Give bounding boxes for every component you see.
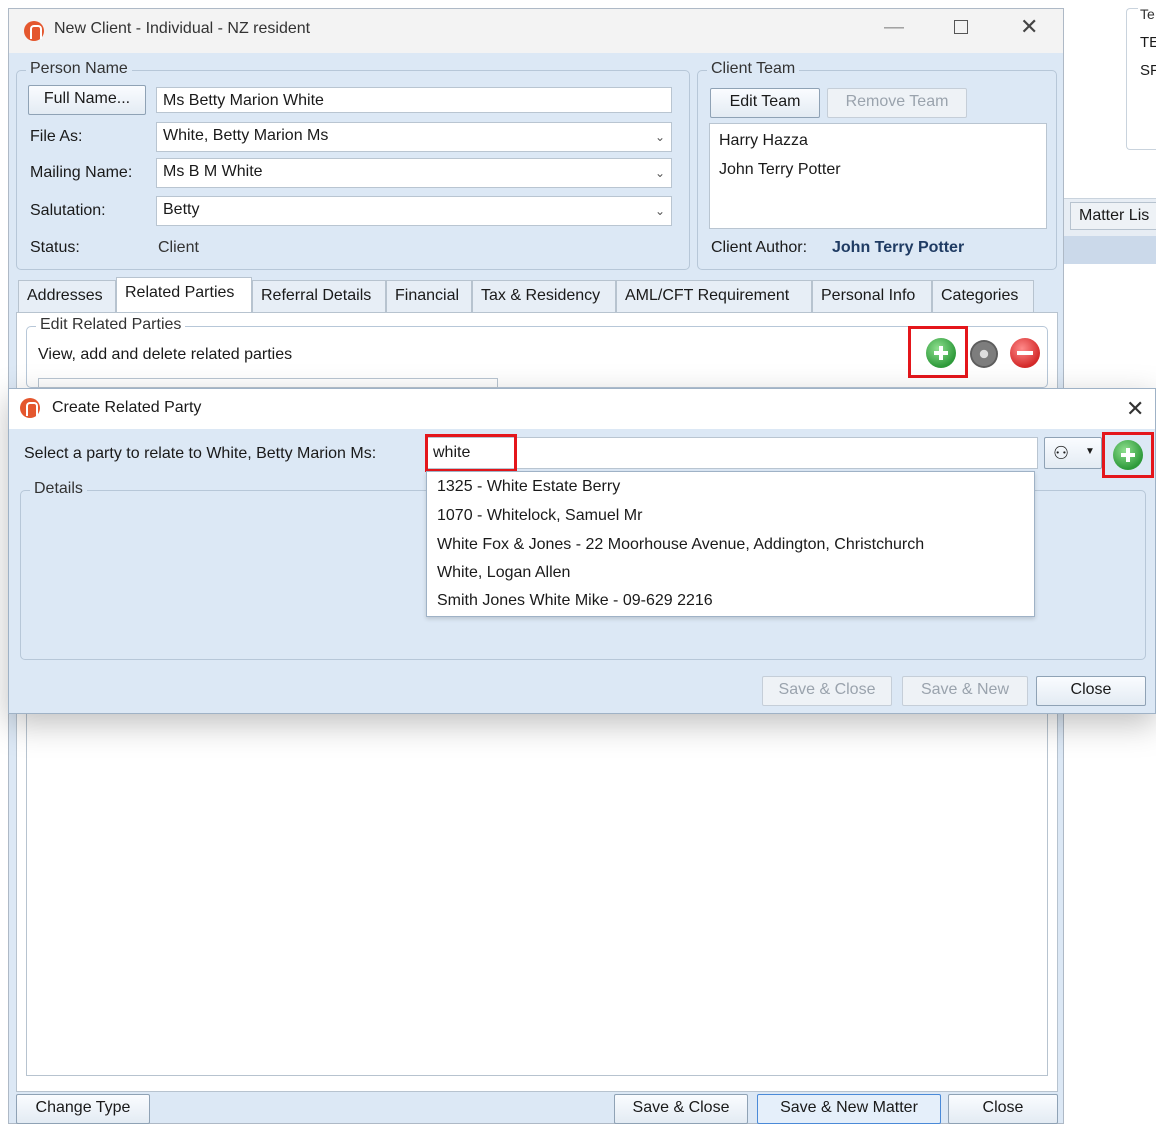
app-logo-icon [24,21,44,41]
client-author-label: Client Author: [711,239,808,256]
salutation-value: Betty [163,201,200,218]
mailing-name-value: Ms B M White [163,163,263,180]
gear-icon[interactable] [970,340,998,368]
dialog-close-button[interactable]: ✕ [1126,396,1144,422]
suggestion-item[interactable]: White Fox & Jones - 22 Moorhouse Avenue,… [437,536,924,554]
party-suggestion-list[interactable]: 1325 - White Estate Berry 1070 - Whitelo… [426,471,1035,617]
related-parties-list[interactable] [26,700,1048,1076]
related-parties-description: View, add and delete related parties [38,346,293,363]
select-party-label: Select a party to relate to White, Betty… [24,445,377,462]
mailing-name-label: Mailing Name: [30,164,133,181]
party-search-input[interactable]: white [426,437,1038,469]
party-type-dropdown[interactable]: ⚇ ▼ [1044,437,1102,469]
person-name-group-label: Person Name [26,60,132,78]
related-parties-search-box[interactable] [38,378,498,388]
window-close-button[interactable]: ✕ [1020,14,1038,40]
background-header-strip [1064,236,1156,264]
save-new-matter-button[interactable]: Save & New Matter [757,1094,941,1124]
mailing-name-combo[interactable]: Ms B M White ⌄ [156,158,672,188]
chevron-down-icon[interactable]: ⌄ [655,201,665,221]
full-name-button[interactable]: Full Name... [28,85,146,115]
caret-down-icon: ▼ [1085,446,1095,457]
team-member-item[interactable]: John Terry Potter [719,161,841,179]
tab-addresses[interactable]: Addresses [18,280,116,312]
suggestion-item[interactable]: 1325 - White Estate Berry [437,478,620,496]
background-group-box [1126,8,1156,150]
full-name-field[interactable]: Ms Betty Marion White [156,87,672,113]
tab-tax-residency[interactable]: Tax & Residency [472,280,616,312]
suggestion-item[interactable]: Smith Jones White Mike - 09-629 2216 [437,592,713,610]
tab-related-parties[interactable]: Related Parties [116,277,252,313]
tab-categories[interactable]: Categories [932,280,1034,312]
suggestion-item[interactable]: White, Logan Allen [437,564,570,582]
chevron-down-icon[interactable]: ⌄ [655,163,665,183]
edit-team-button[interactable]: Edit Team [710,88,820,118]
background-text-line: SF [1140,62,1156,79]
client-author-value: John Terry Potter [832,239,965,256]
minimize-button[interactable]: — [884,16,904,39]
window-title: New Client - Individual - NZ resident [54,20,311,37]
change-type-button[interactable]: Change Type [16,1094,150,1124]
remove-team-button[interactable]: Remove Team [827,88,967,118]
edit-related-parties-label: Edit Related Parties [36,316,186,334]
file-as-combo[interactable]: White, Betty Marion Ms ⌄ [156,122,672,152]
footer-close-button[interactable]: Close [948,1094,1058,1124]
suggestion-item[interactable]: 1070 - Whitelock, Samuel Mr [437,507,642,525]
app-logo-icon [20,398,40,418]
delete-related-party-icon[interactable] [1010,338,1040,368]
team-member-item[interactable]: Harry Hazza [719,132,808,150]
dialog-title: Create Related Party [52,399,202,416]
save-close-button[interactable]: Save & Close [614,1094,748,1124]
dialog-save-new-button[interactable]: Save & New [902,676,1028,706]
background-text-line: TE [1140,34,1156,51]
tab-financial[interactable]: Financial [386,280,472,312]
tab-referral-details[interactable]: Referral Details [252,280,386,312]
highlight-box [425,434,517,472]
add-related-party-icon[interactable] [926,338,956,368]
client-team-group-label: Client Team [707,60,800,78]
new-party-add-icon[interactable] [1113,440,1143,470]
status-value: Client [158,239,199,256]
tab-personal-info[interactable]: Personal Info [812,280,932,312]
tab-aml-cft-requirement[interactable]: AML/CFT Requirement [616,280,812,312]
background-group-title: Te [1138,6,1156,22]
salutation-combo[interactable]: Betty ⌄ [156,196,672,226]
dialog-close-action-button[interactable]: Close [1036,676,1146,706]
client-team-list[interactable]: Harry Hazza John Terry Potter [709,123,1047,229]
person-icon: ⚇ [1053,443,1070,463]
details-group-label: Details [30,480,87,498]
status-label: Status: [30,239,80,256]
salutation-label: Salutation: [30,202,106,219]
file-as-value: White, Betty Marion Ms [163,127,329,144]
chevron-down-icon[interactable]: ⌄ [655,127,665,147]
file-as-label: File As: [30,128,83,145]
matter-list-button[interactable]: Matter Lis [1070,202,1156,230]
dialog-save-close-button[interactable]: Save & Close [762,676,892,706]
maximize-button[interactable] [954,20,968,34]
